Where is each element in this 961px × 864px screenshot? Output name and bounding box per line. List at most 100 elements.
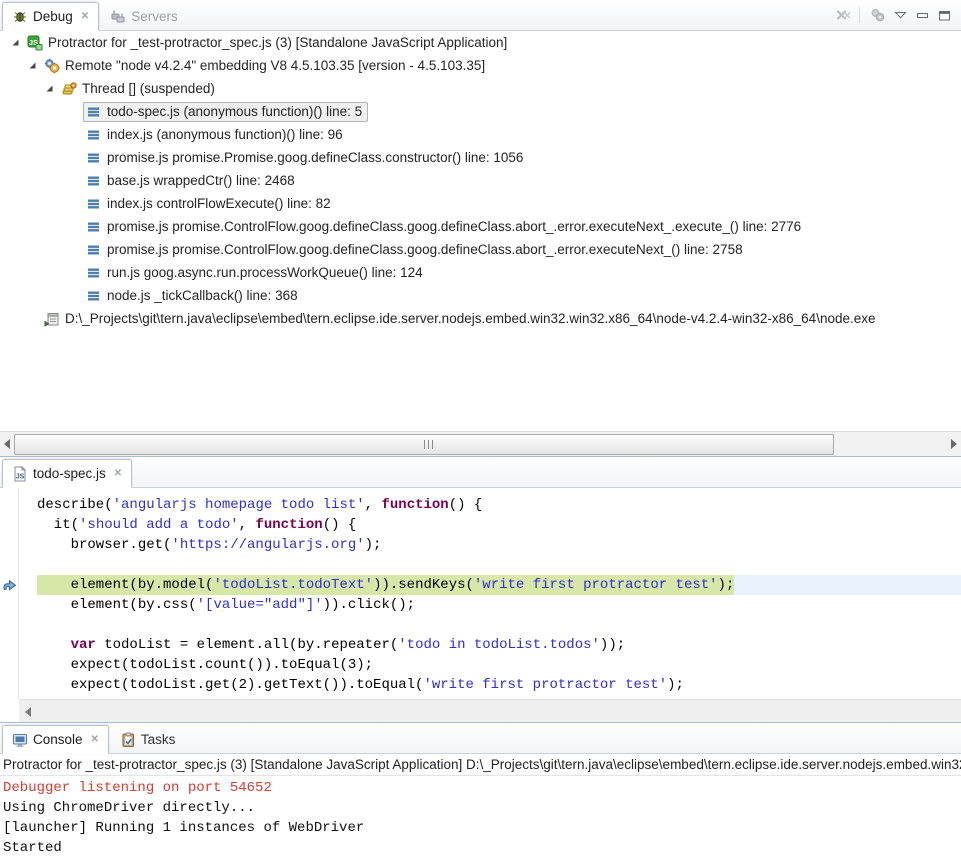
code-token: expect(todoList.get(2).getText()).toEqua… — [37, 677, 423, 693]
debug-tree-row[interactable]: base.js wrappedCtr() line: 2468 — [0, 169, 961, 192]
code-line[interactable]: var todoList = element.all(by.repeater('… — [19, 635, 961, 655]
tree-node[interactable]: Remote "node v4.2.4" embedding V8 4.5.10… — [41, 56, 491, 76]
tree-node[interactable]: promise.js promise.ControlFlow.goog.defi… — [83, 217, 807, 237]
tree-node[interactable]: promise.js promise.Promise.goog.defineCl… — [83, 148, 529, 168]
tab-tasks[interactable]: Tasks — [111, 726, 185, 753]
editor-hscrollbar[interactable] — [19, 699, 961, 723]
code-line[interactable]: describe('angularjs homepage todo list',… — [19, 495, 961, 515]
debug-tree-row[interactable]: Remote "node v4.2.4" embedding V8 4.5.10… — [0, 54, 961, 77]
scroll-left-arrow-icon[interactable] — [25, 707, 31, 717]
code-line[interactable]: browser.get('https://angularjs.org'); — [19, 535, 961, 555]
debug-tree-row[interactable]: promise.js promise.ControlFlow.goog.defi… — [0, 215, 961, 238]
tab-label: Servers — [131, 9, 178, 24]
code-line[interactable]: expect(todoList.count()).toEqual(3); — [19, 655, 961, 675]
console-output[interactable]: Debugger listening on port 54652Using Ch… — [0, 776, 961, 858]
maximize-icon[interactable] — [938, 10, 951, 21]
console-tabbar: Console ✕ Tasks — [0, 723, 961, 754]
scroll-right-arrow-icon[interactable] — [951, 439, 957, 449]
code-token: , — [239, 517, 256, 533]
code-token: element(by.model( — [37, 577, 213, 593]
code-token: element(by.css( — [37, 597, 197, 613]
console-view: Console ✕ Tasks Protractor for _test-pro… — [0, 722, 961, 864]
close-icon[interactable]: ✕ — [91, 734, 99, 745]
debug-tree-row[interactable]: node.js _tickCallback() line: 368 — [0, 284, 961, 307]
debug-tree-row[interactable]: Thread [] (suspended) — [0, 77, 961, 100]
process-icon — [44, 311, 60, 327]
debug-tree-row[interactable]: JSProtractor for _test-protractor_spec.j… — [0, 31, 961, 54]
selected-stack-frame[interactable]: todo-spec.js (anonymous function)() line… — [83, 102, 368, 122]
tree-node[interactable]: index.js (anonymous function)() line: 96 — [83, 125, 349, 145]
debug-tree-row[interactable]: run.js goog.async.run.processWorkQueue()… — [0, 261, 961, 284]
thread-icon — [61, 81, 77, 97]
code-token: () { — [323, 517, 357, 533]
tree-node[interactable]: D:\_Projects\git\tern.java\eclipse\embed… — [41, 309, 882, 329]
tree-node[interactable]: Thread [] (suspended) — [58, 79, 221, 99]
tab-debug[interactable]: Debug ✕ — [2, 2, 99, 31]
scrollbar-grip-icon — [424, 440, 434, 449]
debug-tree-row[interactable]: index.js (anonymous function)() line: 96 — [0, 123, 961, 146]
debug-tree-row[interactable]: promise.js promise.Promise.goog.defineCl… — [0, 146, 961, 169]
tree-item-label: promise.js promise.Promise.goog.defineCl… — [107, 150, 523, 165]
tree-node[interactable]: run.js goog.async.run.processWorkQueue()… — [83, 263, 429, 283]
debug-tree-row[interactable]: promise.js promise.ControlFlow.goog.defi… — [0, 238, 961, 261]
tree-node[interactable]: base.js wrappedCtr() line: 2468 — [83, 171, 301, 191]
close-icon[interactable]: ✕ — [114, 468, 122, 479]
code-token: browser.get( — [37, 537, 171, 553]
console-process-title: Protractor for _test-protractor_spec.js … — [0, 754, 961, 776]
tree-item-label: todo-spec.js (anonymous function)() line… — [107, 104, 362, 119]
code-token: , — [365, 497, 382, 513]
tree-expand-arrow-icon[interactable] — [6, 38, 24, 47]
console-icon — [12, 732, 28, 748]
tasks-icon — [120, 732, 136, 748]
view-menu-icon[interactable] — [894, 11, 907, 19]
annotation-ruler[interactable] — [0, 488, 19, 699]
code-token: ); — [365, 537, 382, 553]
instruction-pointer-icon — [2, 579, 17, 591]
code-line-current[interactable]: element(by.model('todoList.todoText')).s… — [19, 575, 961, 595]
code-line[interactable] — [19, 555, 961, 575]
tree-item-label: Remote "node v4.2.4" embedding V8 4.5.10… — [65, 58, 485, 73]
tree-expand-arrow-icon[interactable] — [23, 61, 41, 70]
servers-icon — [110, 9, 126, 25]
svg-text:JS: JS — [16, 473, 25, 480]
code-editor[interactable]: describe('angularjs homepage todo list',… — [0, 488, 961, 699]
code-token — [37, 637, 71, 653]
code-line[interactable] — [19, 615, 961, 635]
string-token: 'https://angularjs.org' — [171, 537, 364, 553]
code-line[interactable]: expect(todoList.get(2).getText()).toEqua… — [19, 675, 961, 695]
tree-node[interactable]: node.js _tickCallback() line: 368 — [83, 286, 304, 306]
string-token: 'todoList.todoText' — [213, 577, 373, 593]
debug-tree-row[interactable]: index.js controlFlowExecute() line: 82 — [0, 192, 961, 215]
tab-console[interactable]: Console ✕ — [2, 725, 109, 754]
string-token: 'write first protractor test' — [423, 677, 667, 693]
remote-gears-icon — [44, 58, 60, 74]
debug-hscrollbar[interactable] — [0, 431, 961, 457]
tree-expand-arrow-icon[interactable] — [40, 84, 58, 93]
tree-node[interactable]: JSProtractor for _test-protractor_spec.j… — [24, 33, 513, 53]
tree-node[interactable]: index.js controlFlowExecute() line: 82 — [83, 194, 337, 214]
scroll-left-arrow-icon[interactable] — [4, 439, 10, 449]
debug-view: Debug ✕ Servers JSProtractor for _test-p… — [0, 0, 961, 456]
scrollbar-thumb[interactable] — [14, 434, 834, 455]
code-token: it( — [37, 517, 79, 533]
tree-node[interactable]: promise.js promise.ControlFlow.goog.defi… — [83, 240, 749, 260]
console-output-line: Debugger listening on port 54652 — [3, 778, 961, 798]
tab-todo-spec-js[interactable]: JS todo-spec.js ✕ — [2, 459, 132, 488]
code-line[interactable]: it('should add a todo', function() { — [19, 515, 961, 535]
string-token: 'todo in todoList.todos' — [398, 637, 600, 653]
close-icon[interactable]: ✕ — [81, 11, 89, 22]
tab-servers[interactable]: Servers — [101, 3, 187, 30]
console-output-line: Using ChromeDriver directly... — [3, 798, 961, 818]
code-token: todoList = element.all(by.repeater( — [96, 637, 398, 653]
eclipse-debug-perspective: Debug ✕ Servers JSProtractor for _test-p… — [0, 0, 961, 863]
code-token: describe( — [37, 497, 113, 513]
code-line[interactable]: element(by.css('[value="add"]')).click()… — [19, 595, 961, 615]
string-token: 'write first protractor test' — [474, 577, 718, 593]
code-area[interactable]: describe('angularjs homepage todo list',… — [19, 488, 961, 699]
remove-all-terminated-icon[interactable] — [834, 7, 850, 23]
code-token: () { — [449, 497, 483, 513]
debug-tree-row[interactable]: todo-spec.js (anonymous function)() line… — [0, 100, 961, 123]
disconnect-icon[interactable] — [869, 7, 885, 23]
minimize-icon[interactable] — [916, 10, 929, 20]
debug-tree-row[interactable]: D:\_Projects\git\tern.java\eclipse\embed… — [0, 307, 961, 330]
